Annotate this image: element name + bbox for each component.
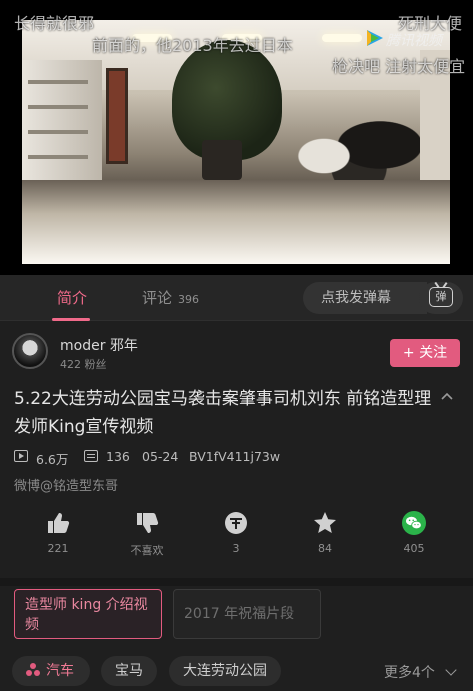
tab-bar: 简介 评论 396 点我发弹幕 弹: [0, 275, 473, 321]
share-count: 405: [403, 542, 425, 555]
play-count-icon: [14, 450, 28, 462]
tag-item[interactable]: 宝马: [101, 656, 157, 686]
video-description: 微博@铭造型东哥: [14, 479, 119, 494]
chevron-down-icon: [445, 664, 457, 676]
tag-item[interactable]: 大连劳动公园: [169, 656, 281, 686]
dislike-label: 不喜欢: [130, 544, 164, 557]
danmaku-comment: 枪决吧 注射太便宜: [332, 57, 466, 76]
coin-icon: [225, 512, 247, 534]
danmaku-comment: 长得就很邪: [14, 14, 95, 33]
uploader-name[interactable]: moder 邪年: [60, 335, 138, 355]
coin-button[interactable]: 3: [206, 510, 266, 566]
publish-date: 05-24: [142, 449, 179, 464]
related-part-card-selected[interactable]: 造型师 king 介绍视频: [14, 589, 162, 639]
tag-row: 汽车 宝马 大连劳动公园 更多4个: [0, 654, 473, 688]
video-title: 5.22大连劳动公园宝马袭击案肇事司机刘东 前铭造型理发师King宣传视频: [14, 389, 432, 437]
danmaku-tv-icon: 弹: [429, 287, 453, 307]
favorite-count: 84: [318, 542, 332, 555]
danmaku-comment: 死刑大便: [398, 14, 463, 33]
tencent-video-logo-icon: [367, 30, 383, 46]
comments-count: 396: [178, 293, 200, 306]
dislike-button[interactable]: 不喜欢: [117, 510, 177, 566]
tab-intro[interactable]: 简介: [57, 287, 87, 308]
thumbs-down-icon: [137, 513, 159, 533]
thumbs-up-icon: [48, 513, 70, 533]
action-bar: 221 不喜欢 3 84 405: [0, 510, 473, 570]
video-player[interactable]: 腾讯视频 长得就很邪 死刑大便 前面的，他2013年去过日本 枪决吧 注射太便宜: [0, 0, 473, 275]
video-detail-page: 腾讯视频 长得就很邪 死刑大便 前面的，他2013年去过日本 枪决吧 注射太便宜…: [0, 0, 473, 691]
danmaku-count: 136: [106, 449, 130, 464]
favorite-button[interactable]: 84: [295, 510, 355, 566]
share-button[interactable]: 405: [384, 510, 444, 566]
tag-channel[interactable]: 汽车: [12, 656, 90, 686]
more-tags-label: 更多4个: [384, 665, 435, 681]
tag-channel-label: 汽车: [46, 663, 74, 679]
video-stats: 6.6万 136 05-24 BV1fV411j73w: [14, 447, 454, 467]
star-icon: [314, 512, 336, 533]
uploader-fans: 422 粉丝: [60, 358, 107, 371]
like-button[interactable]: 221: [28, 510, 88, 566]
channel-icon: [26, 663, 40, 677]
bv-id: BV1fV411j73w: [189, 449, 281, 464]
tab-comments-label: 评论: [142, 289, 173, 307]
danmaku-count-icon: [84, 450, 98, 462]
like-count: 221: [47, 542, 69, 555]
section-divider: [0, 578, 473, 586]
related-part-card[interactable]: 2017 年祝福片段: [173, 589, 321, 639]
danmaku-input[interactable]: 点我发弹幕: [303, 282, 427, 314]
wechat-icon: [402, 511, 426, 535]
follow-button[interactable]: + 关注: [390, 339, 460, 367]
danmaku-comment: 前面的，他2013年去过日本: [92, 36, 293, 55]
danmaku-toggle-button[interactable]: 弹: [419, 282, 463, 314]
tab-comments[interactable]: 评论 396: [142, 287, 199, 308]
uploader-row: moder 邪年 422 粉丝 + 关注: [0, 321, 473, 383]
view-count: 6.6万: [36, 452, 69, 467]
coin-count: 3: [232, 542, 240, 555]
avatar[interactable]: [12, 333, 48, 369]
more-tags-button[interactable]: 更多4个: [384, 662, 457, 682]
chevron-up-icon[interactable]: [440, 390, 454, 404]
